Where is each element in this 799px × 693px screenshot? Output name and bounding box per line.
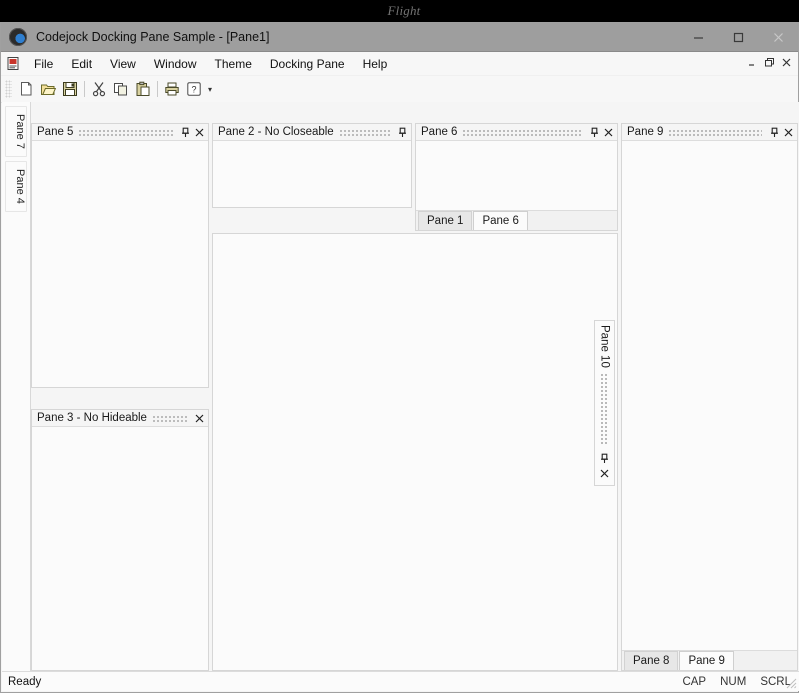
new-icon[interactable] (15, 78, 37, 100)
autohide-tab-pane7[interactable]: Pane 7 (5, 106, 27, 157)
minimize-button[interactable] (678, 23, 718, 51)
title-bar: Codejock Docking Pane Sample - [Pane1] (1, 23, 798, 52)
status-indicator-cap: CAP (682, 676, 706, 688)
menu-item-window[interactable]: Window (145, 54, 206, 74)
toolbar: ? ▾ (1, 76, 798, 103)
client-area: Pane 7 Pane 4 Pane 5 (2, 102, 799, 672)
mdi-restore-button[interactable] (762, 54, 777, 70)
pane5-gripper[interactable] (78, 128, 173, 137)
resize-grip-icon[interactable] (786, 678, 797, 689)
pane10-pin-icon[interactable] (598, 451, 612, 466)
mdi-close-button[interactable] (779, 54, 794, 70)
pane9-close-icon[interactable] (781, 125, 795, 140)
menu-item-docking-pane[interactable]: Docking Pane (261, 54, 354, 74)
tabstrip-right-bottom: Pane 8 Pane 9 (622, 650, 797, 670)
pane-pane10: Pane 10 (594, 320, 615, 486)
pane6-body: Pane 1 Pane 6 (416, 141, 617, 230)
mdi-document-icon[interactable] (6, 56, 21, 71)
pane2-caption[interactable]: Pane 2 - No Closeable (213, 124, 411, 141)
menu-item-view[interactable]: View (101, 54, 145, 74)
pane3-gripper[interactable] (152, 414, 187, 423)
pane3-title: Pane 3 - No Hideable (37, 412, 147, 424)
application-window: Flight Codejock Docking Pane Sample - [P… (0, 0, 799, 693)
tab-pane6[interactable]: Pane 6 (473, 211, 527, 230)
pane10-close-icon[interactable] (598, 466, 612, 481)
about-icon[interactable]: ? (183, 78, 205, 100)
pane6-gripper[interactable] (462, 128, 582, 137)
tab-pane9[interactable]: Pane 9 (679, 651, 733, 670)
pane3-body (32, 427, 208, 670)
pane2-title: Pane 2 - No Closeable (218, 126, 334, 138)
mdi-minimize-button[interactable] (745, 54, 760, 70)
mdi-document-body (213, 234, 617, 670)
maximize-button[interactable] (718, 23, 758, 51)
pane5-title: Pane 5 (37, 126, 73, 138)
pane-pane5: Pane 5 (31, 123, 209, 388)
pane-pane9: Pane 9 Pane 8 Pane 9 (621, 123, 798, 671)
status-indicators: CAP NUM SCRL (682, 676, 799, 688)
toolbar-separator (157, 81, 158, 97)
status-message: Ready (8, 676, 41, 688)
copy-icon[interactable] (110, 78, 132, 100)
pane6-caption[interactable]: Pane 6 (416, 124, 617, 141)
toolbar-separator (84, 81, 85, 97)
screen-top-strip: Flight (0, 0, 799, 22)
pane2-body (213, 141, 411, 207)
tabstrip-center-top: Pane 1 Pane 6 (416, 210, 617, 230)
pane5-close-icon[interactable] (192, 125, 206, 140)
mdi-window-controls (745, 54, 794, 70)
toolbar-overflow-icon[interactable]: ▾ (205, 78, 215, 100)
cut-icon[interactable] (88, 78, 110, 100)
menu-item-edit[interactable]: Edit (62, 54, 101, 74)
pane6-pin-icon[interactable] (587, 125, 601, 140)
pane6-title: Pane 6 (421, 126, 457, 138)
tab-pane1[interactable]: Pane 1 (418, 211, 472, 230)
status-indicator-num: NUM (720, 676, 746, 688)
autohide-bar-left: Pane 7 Pane 4 (2, 102, 31, 672)
codejock-logo-icon (9, 28, 27, 46)
menu-item-help[interactable]: Help (354, 54, 397, 74)
toolbar-gripper[interactable] (5, 80, 12, 98)
pane9-title: Pane 9 (627, 126, 663, 138)
pane10-gripper[interactable] (600, 373, 609, 446)
mdi-document-pane1 (212, 233, 618, 671)
open-icon[interactable] (37, 78, 59, 100)
pane2-pin-icon[interactable] (395, 125, 409, 140)
menu-item-theme[interactable]: Theme (206, 54, 261, 74)
window-controls (678, 23, 798, 51)
pane2-gripper[interactable] (339, 128, 390, 137)
pane-pane6: Pane 6 Pane 1 Pane 6 (415, 123, 618, 231)
pane10-title: Pane 10 (599, 325, 611, 368)
pane-pane2: Pane 2 - No Closeable (212, 123, 412, 208)
pane9-pin-icon[interactable] (767, 125, 781, 140)
pane5-pin-icon[interactable] (178, 125, 192, 140)
pane9-gripper[interactable] (668, 128, 762, 137)
tab-pane8[interactable]: Pane 8 (624, 651, 678, 670)
pane3-caption[interactable]: Pane 3 - No Hideable (32, 410, 208, 427)
autohide-tab-pane4[interactable]: Pane 4 (5, 161, 27, 212)
menu-item-file[interactable]: File (25, 54, 62, 74)
pane6-close-icon[interactable] (601, 125, 615, 140)
watermark-text: Flight (374, 2, 434, 20)
pane9-body: Pane 8 Pane 9 (622, 141, 797, 670)
paste-icon[interactable] (132, 78, 154, 100)
save-icon[interactable] (59, 78, 81, 100)
window-title: Codejock Docking Pane Sample - [Pane1] (36, 30, 269, 44)
close-button[interactable] (758, 23, 798, 51)
status-bar: Ready CAP NUM SCRL (2, 671, 799, 691)
print-icon[interactable] (161, 78, 183, 100)
pane9-caption[interactable]: Pane 9 (622, 124, 797, 141)
pane5-caption[interactable]: Pane 5 (32, 124, 208, 141)
menu-bar: File Edit View Window Theme Docking Pane… (1, 52, 798, 76)
main-window: Codejock Docking Pane Sample - [Pane1] (0, 22, 799, 693)
svg-text:?: ? (191, 85, 196, 95)
pane5-body (32, 141, 208, 387)
pane3-close-icon[interactable] (192, 411, 206, 426)
pane-pane3: Pane 3 - No Hideable (31, 409, 209, 671)
